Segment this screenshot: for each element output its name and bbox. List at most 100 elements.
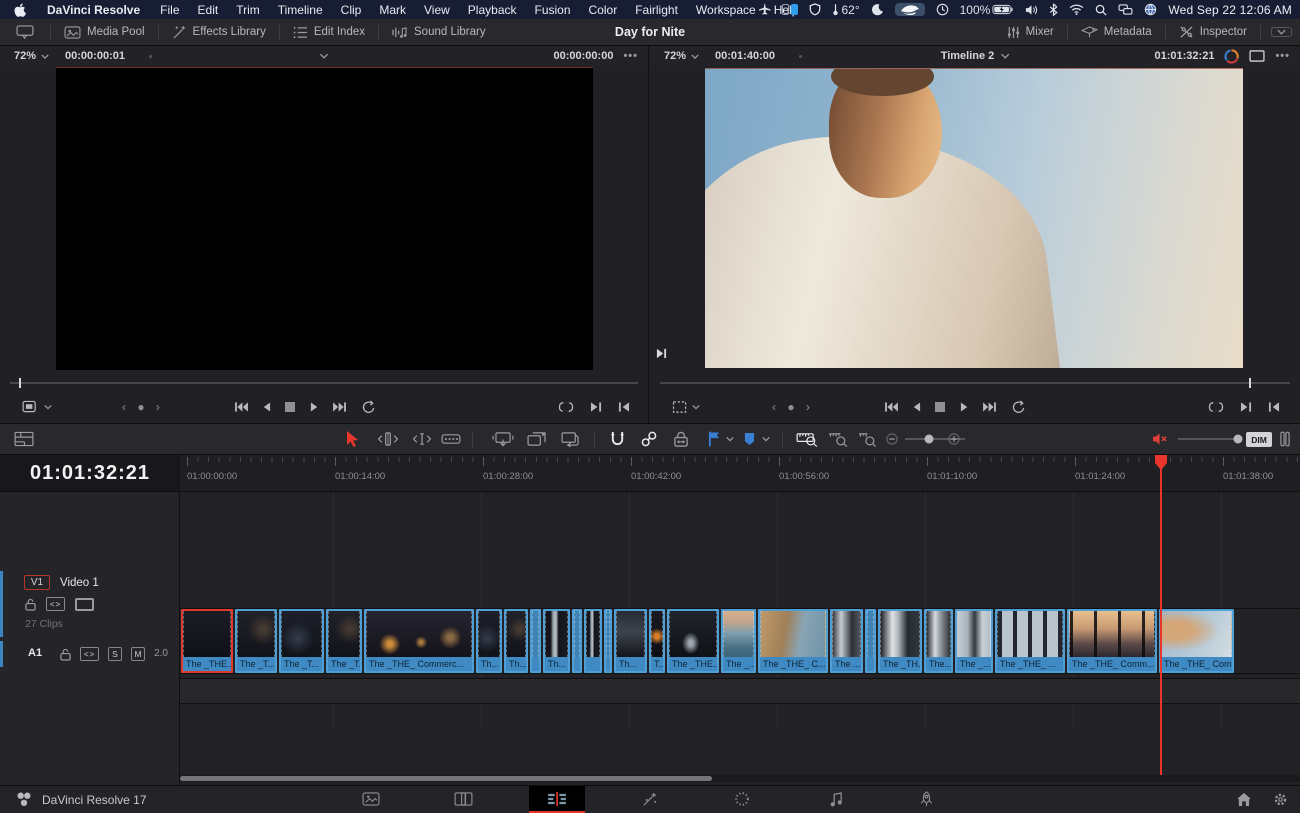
overwrite-clip-button[interactable] bbox=[527, 431, 547, 447]
audio-mute-button[interactable]: M bbox=[131, 647, 145, 661]
audio-track-badge[interactable]: A1 bbox=[28, 647, 42, 659]
track-lock-icon[interactable] bbox=[25, 598, 36, 611]
source-play-button[interactable] bbox=[310, 402, 319, 413]
timeline-clip[interactable]: Th... bbox=[543, 609, 570, 673]
timeline-clip[interactable]: The _T... bbox=[326, 609, 362, 673]
page-media[interactable] bbox=[343, 786, 399, 812]
track-enable-icon[interactable] bbox=[75, 598, 94, 611]
timeline-horizontal-scrollbar[interactable] bbox=[180, 775, 1300, 782]
menu-mark[interactable]: Mark bbox=[370, 3, 415, 17]
timeline-name-dropdown[interactable]: Timeline 2 bbox=[941, 50, 1010, 62]
menu-fairlight[interactable]: Fairlight bbox=[626, 3, 687, 17]
source-first-frame-button[interactable] bbox=[234, 402, 249, 413]
trim-edit-mode-tool[interactable] bbox=[377, 431, 399, 447]
shield-icon[interactable] bbox=[809, 3, 821, 16]
audio-solo-button[interactable]: S bbox=[108, 647, 122, 661]
timeline-clip-selected[interactable]: The _THE... bbox=[181, 609, 233, 673]
inspector-button[interactable]: Inspector bbox=[1166, 19, 1260, 45]
timeline-play-to-out-button[interactable] bbox=[1240, 402, 1252, 413]
metadata-button[interactable]: Metadata bbox=[1068, 19, 1165, 45]
color-management-icon[interactable] bbox=[1224, 49, 1239, 64]
page-cut[interactable] bbox=[435, 786, 491, 812]
device-battery-widget-icon[interactable] bbox=[782, 4, 798, 15]
page-fairlight[interactable] bbox=[808, 786, 864, 812]
spotlight-search-icon[interactable] bbox=[1095, 4, 1107, 16]
effects-library-button[interactable]: Effects Library bbox=[159, 19, 279, 45]
source-play-to-out-button[interactable] bbox=[590, 402, 602, 413]
selection-mode-tool[interactable] bbox=[346, 431, 359, 447]
playhead-marker[interactable] bbox=[1153, 455, 1169, 470]
timeline-clip[interactable]: The _THE_ Commerc... bbox=[364, 609, 474, 673]
menu-edit[interactable]: Edit bbox=[189, 3, 228, 17]
cinema-viewer-button[interactable] bbox=[1249, 50, 1265, 62]
full-extent-zoom-button[interactable] bbox=[796, 431, 818, 447]
timeline-clip[interactable]: Th... bbox=[476, 609, 502, 673]
timeline-loop-range-button[interactable] bbox=[1208, 401, 1224, 413]
source-last-frame-button[interactable] bbox=[332, 402, 347, 413]
timeline-scrubber[interactable] bbox=[660, 382, 1290, 384]
timeline-clip[interactable]: The _THE... bbox=[667, 609, 719, 673]
source-scrubber[interactable] bbox=[10, 382, 638, 384]
source-goto-in-button[interactable] bbox=[618, 402, 630, 413]
timeline-clip[interactable]: The _T... bbox=[235, 609, 277, 673]
source-loop-button[interactable] bbox=[362, 401, 376, 414]
timeline-first-frame-button[interactable] bbox=[884, 402, 899, 413]
source-scrubber-playhead[interactable] bbox=[19, 378, 21, 388]
audio-track-lane[interactable] bbox=[180, 678, 1300, 704]
collapse-toolbar-button[interactable] bbox=[1271, 27, 1292, 37]
menu-timeline[interactable]: Timeline bbox=[269, 3, 332, 17]
source-display-mode-dropdown[interactable] bbox=[22, 401, 52, 414]
apple-menu-icon[interactable] bbox=[14, 3, 26, 17]
browser-globe-icon[interactable] bbox=[1144, 3, 1157, 16]
timeline-video-canvas[interactable] bbox=[705, 68, 1243, 368]
timeline-scrubber-playhead[interactable] bbox=[1249, 378, 1251, 388]
timeline-clip[interactable]: The _TH... bbox=[878, 609, 922, 673]
timeline-clip[interactable]: The _THE_ ... bbox=[995, 609, 1065, 673]
detail-zoom-button[interactable] bbox=[828, 431, 848, 447]
insert-clip-button[interactable] bbox=[492, 431, 514, 447]
page-deliver[interactable] bbox=[898, 786, 954, 812]
volume-slider-knob[interactable] bbox=[1234, 435, 1243, 444]
snapping-magnet-button[interactable] bbox=[610, 431, 625, 447]
audio-meters-button[interactable] bbox=[1280, 431, 1290, 447]
source-stop-button[interactable] bbox=[285, 402, 295, 412]
volume-icon[interactable] bbox=[1025, 4, 1038, 16]
flag-button[interactable] bbox=[708, 432, 720, 447]
timeline-clip[interactable] bbox=[584, 609, 602, 673]
airplane-icon[interactable] bbox=[758, 3, 771, 16]
timeline-clip[interactable]: Th... bbox=[504, 609, 528, 673]
timeline-clip[interactable] bbox=[572, 609, 582, 673]
menu-workspace[interactable]: Workspace bbox=[687, 3, 765, 17]
timeline-stop-button[interactable] bbox=[935, 402, 945, 412]
menu-color[interactable]: Color bbox=[580, 3, 627, 17]
page-color[interactable] bbox=[714, 786, 770, 812]
timeline-zoom-dropdown[interactable]: 72% bbox=[650, 50, 699, 62]
timeline-view-options-button[interactable] bbox=[14, 432, 34, 447]
match-frame-icon[interactable] bbox=[656, 348, 667, 359]
timeline-clip[interactable]: The _THE_ Com... bbox=[1159, 609, 1234, 673]
annotation-pointer-button[interactable] bbox=[0, 19, 50, 45]
source-zoom-dropdown[interactable]: 72% bbox=[0, 50, 49, 62]
source-video-canvas[interactable] bbox=[56, 67, 593, 370]
timeline-clip[interactable]: The ... bbox=[830, 609, 863, 673]
timeline-goto-in-button[interactable] bbox=[1268, 402, 1280, 413]
source-step-back-button[interactable] bbox=[262, 402, 271, 413]
timeline-clip[interactable] bbox=[865, 609, 876, 673]
edit-index-button[interactable]: Edit Index bbox=[280, 19, 378, 45]
timeline-play-button[interactable] bbox=[960, 402, 969, 413]
timeline-clip[interactable]: The... bbox=[924, 609, 953, 673]
timeline-jog-control[interactable]: ‹ ● › bbox=[772, 400, 814, 414]
sound-library-button[interactable]: Sound Library bbox=[379, 19, 499, 45]
mute-audio-button[interactable] bbox=[1152, 433, 1168, 446]
timeline-clip[interactable]: The _... bbox=[955, 609, 993, 673]
timeline-clip[interactable]: Th... bbox=[614, 609, 647, 673]
active-app-swoosh-icon[interactable] bbox=[895, 3, 925, 16]
source-loop-range-button[interactable] bbox=[558, 401, 574, 413]
timeline-last-frame-button[interactable] bbox=[982, 402, 997, 413]
timeline-clip[interactable]: The _... bbox=[721, 609, 756, 673]
menu-playback[interactable]: Playback bbox=[459, 3, 526, 17]
playhead-line[interactable] bbox=[1160, 455, 1162, 775]
video-lane[interactable]: The _THE...The _T...The _T...The _T...Th… bbox=[180, 608, 1300, 674]
audio-track-header[interactable]: A1 <> S M 2.0 bbox=[0, 641, 180, 667]
source-clip-dropdown[interactable] bbox=[320, 53, 329, 59]
